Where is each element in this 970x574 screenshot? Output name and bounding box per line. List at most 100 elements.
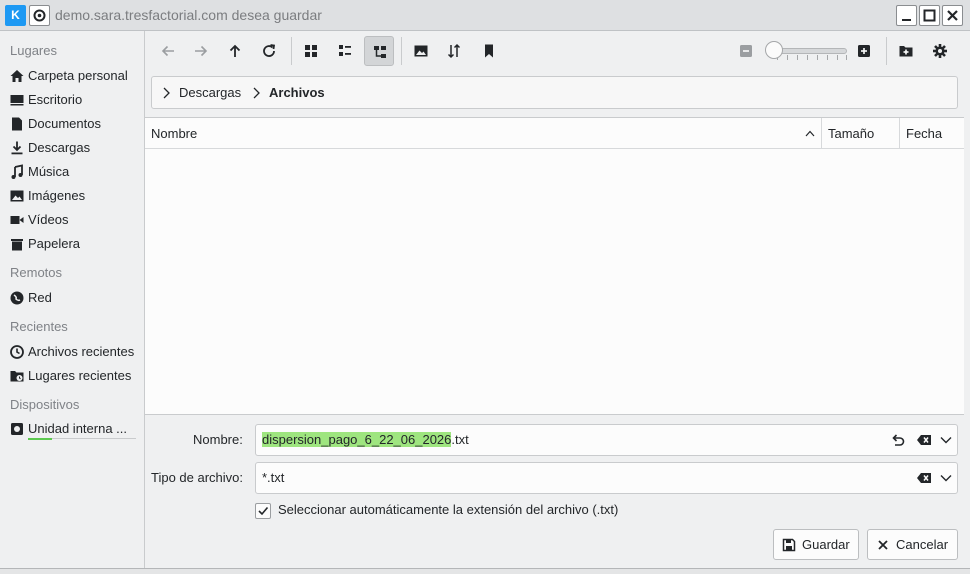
toolbar [145, 31, 970, 71]
filename-input[interactable]: dispersion_pago_6_22_06_2026.txt [255, 424, 958, 456]
file-dialog-main: Descargas Archivos Nombre Tamaño Fecha N… [145, 31, 970, 568]
breadcrumb: Descargas Archivos [151, 76, 958, 109]
section-title-lugares: Lugares [10, 43, 57, 58]
bookmark-button[interactable] [474, 36, 504, 66]
name-label: Nombre: [193, 432, 243, 447]
filename-extension-text: .txt [451, 432, 469, 447]
sidebar-item-downloads[interactable]: Descargas [4, 136, 141, 160]
close-icon [878, 540, 888, 550]
settings-button[interactable] [925, 36, 955, 66]
clear-text-icon[interactable] [916, 471, 932, 485]
clear-text-icon[interactable] [916, 433, 932, 447]
trash-icon [11, 239, 23, 251]
sidebar-item-documents[interactable]: Documentos [4, 112, 141, 136]
back-button[interactable] [153, 36, 183, 66]
close-button[interactable] [942, 5, 963, 26]
chevron-down-icon[interactable] [940, 474, 952, 482]
compact-view-button[interactable] [330, 36, 360, 66]
music-icon [11, 164, 23, 179]
sidebar-item-images[interactable]: Imágenes [4, 184, 141, 208]
save-icon [782, 538, 796, 552]
save-button-label: Guardar [802, 537, 850, 552]
file-list-view[interactable]: Nombre Tamaño Fecha [145, 117, 964, 415]
column-size-label: Tamaño [828, 126, 875, 141]
maximize-button[interactable] [919, 5, 940, 26]
app-logo-icon: K [5, 5, 26, 26]
places-sidebar: Lugares Carpeta personal Escritorio Docu… [0, 31, 145, 568]
drive-usage-bar [28, 438, 52, 440]
sidebar-item-label: Carpeta personal [28, 68, 128, 83]
sidebar-item-network[interactable]: Red [4, 286, 141, 310]
sidebar-item-music[interactable]: Música [4, 160, 141, 184]
column-size[interactable]: Tamaño [822, 118, 900, 149]
minimize-button[interactable] [896, 5, 917, 26]
network-icon [10, 291, 24, 305]
chevron-right-icon[interactable] [162, 87, 170, 99]
file-type-value: *.txt [262, 470, 285, 485]
sidebar-item-label: Papelera [28, 236, 81, 251]
window-title: demo.sara.tresfactorial.com desea guarda… [55, 7, 322, 23]
toolbar-separator [886, 37, 887, 65]
sidebar-item-label: Descargas [28, 140, 91, 155]
toolbar-separator [401, 37, 402, 65]
column-date-label: Fecha [906, 126, 943, 141]
keep-above-button[interactable] [29, 5, 50, 26]
column-name[interactable]: Nombre [145, 118, 821, 149]
auto-extension-checkbox[interactable] [255, 503, 271, 519]
image-icon [10, 190, 24, 202]
sidebar-item-internal-drive[interactable]: Unidad interna ... [4, 417, 141, 441]
save-button[interactable]: Guardar [773, 529, 859, 560]
zoom-slider-ticks [777, 55, 847, 61]
preview-button[interactable] [406, 36, 436, 66]
sort-ascending-icon [805, 130, 815, 137]
chevron-right-icon[interactable] [252, 87, 260, 99]
undo-icon[interactable] [891, 433, 905, 447]
column-header: Nombre Tamaño Fecha [145, 118, 964, 149]
sidebar-item-videos[interactable]: Vídeos [4, 208, 141, 232]
sidebar-item-label: Vídeos [28, 212, 69, 227]
icons-view-button[interactable] [296, 36, 326, 66]
sidebar-item-recent-files[interactable]: Archivos recientes [4, 340, 141, 364]
sidebar-item-label: Escritorio [28, 92, 83, 107]
desktop-icon [10, 95, 24, 106]
cancel-button[interactable]: Cancelar [867, 529, 958, 560]
section-title-recientes: Recientes [10, 319, 68, 334]
file-type-label: Tipo de archivo: [151, 470, 244, 485]
sidebar-item-home[interactable]: Carpeta personal [4, 64, 141, 88]
sidebar-item-label: Lugares recientes [28, 368, 132, 383]
toolbar-separator [291, 37, 292, 65]
sidebar-item-label: Red [28, 290, 52, 305]
sidebar-item-trash[interactable]: Papelera [4, 232, 141, 256]
sidebar-item-label: Imágenes [28, 188, 86, 203]
sidebar-item-recent-places[interactable]: Lugares recientes [4, 364, 141, 388]
home-icon [10, 70, 24, 82]
sort-button[interactable] [439, 36, 469, 66]
section-title-remotos: Remotos [10, 265, 63, 280]
zoom-slider-track[interactable] [773, 48, 847, 54]
auto-extension-label[interactable]: Seleccionar automáticamente la extensión… [278, 502, 618, 517]
sidebar-item-desktop[interactable]: Escritorio [4, 88, 141, 112]
drive-icon [11, 423, 23, 435]
file-type-select[interactable]: *.txt [255, 462, 958, 494]
column-date[interactable]: Fecha [900, 118, 964, 149]
tree-view-button[interactable] [364, 36, 394, 66]
title-bar: K demo.sara.tresfactorial.com desea guar… [0, 0, 970, 31]
section-title-dispositivos: Dispositivos [10, 397, 80, 412]
chevron-down-icon[interactable] [940, 436, 952, 444]
video-icon [10, 216, 24, 224]
zoom-out-button[interactable] [731, 36, 761, 66]
new-folder-button[interactable] [891, 36, 921, 66]
filename-selected-text: dispersion_pago_6_22_06_2026 [262, 432, 452, 447]
forward-button[interactable] [186, 36, 216, 66]
sidebar-item-label: Archivos recientes [28, 344, 135, 359]
window-bottom-edge [0, 568, 970, 574]
folder-clock-icon [10, 371, 24, 382]
breadcrumb-item-descargas[interactable]: Descargas [179, 77, 241, 108]
up-button[interactable] [220, 36, 250, 66]
reload-button[interactable] [254, 36, 284, 66]
breadcrumb-item-archivos[interactable]: Archivos [269, 77, 325, 108]
checkmark-icon [258, 506, 269, 516]
zoom-slider-handle[interactable] [765, 41, 783, 59]
document-icon [12, 117, 22, 131]
zoom-in-button[interactable] [849, 36, 879, 66]
